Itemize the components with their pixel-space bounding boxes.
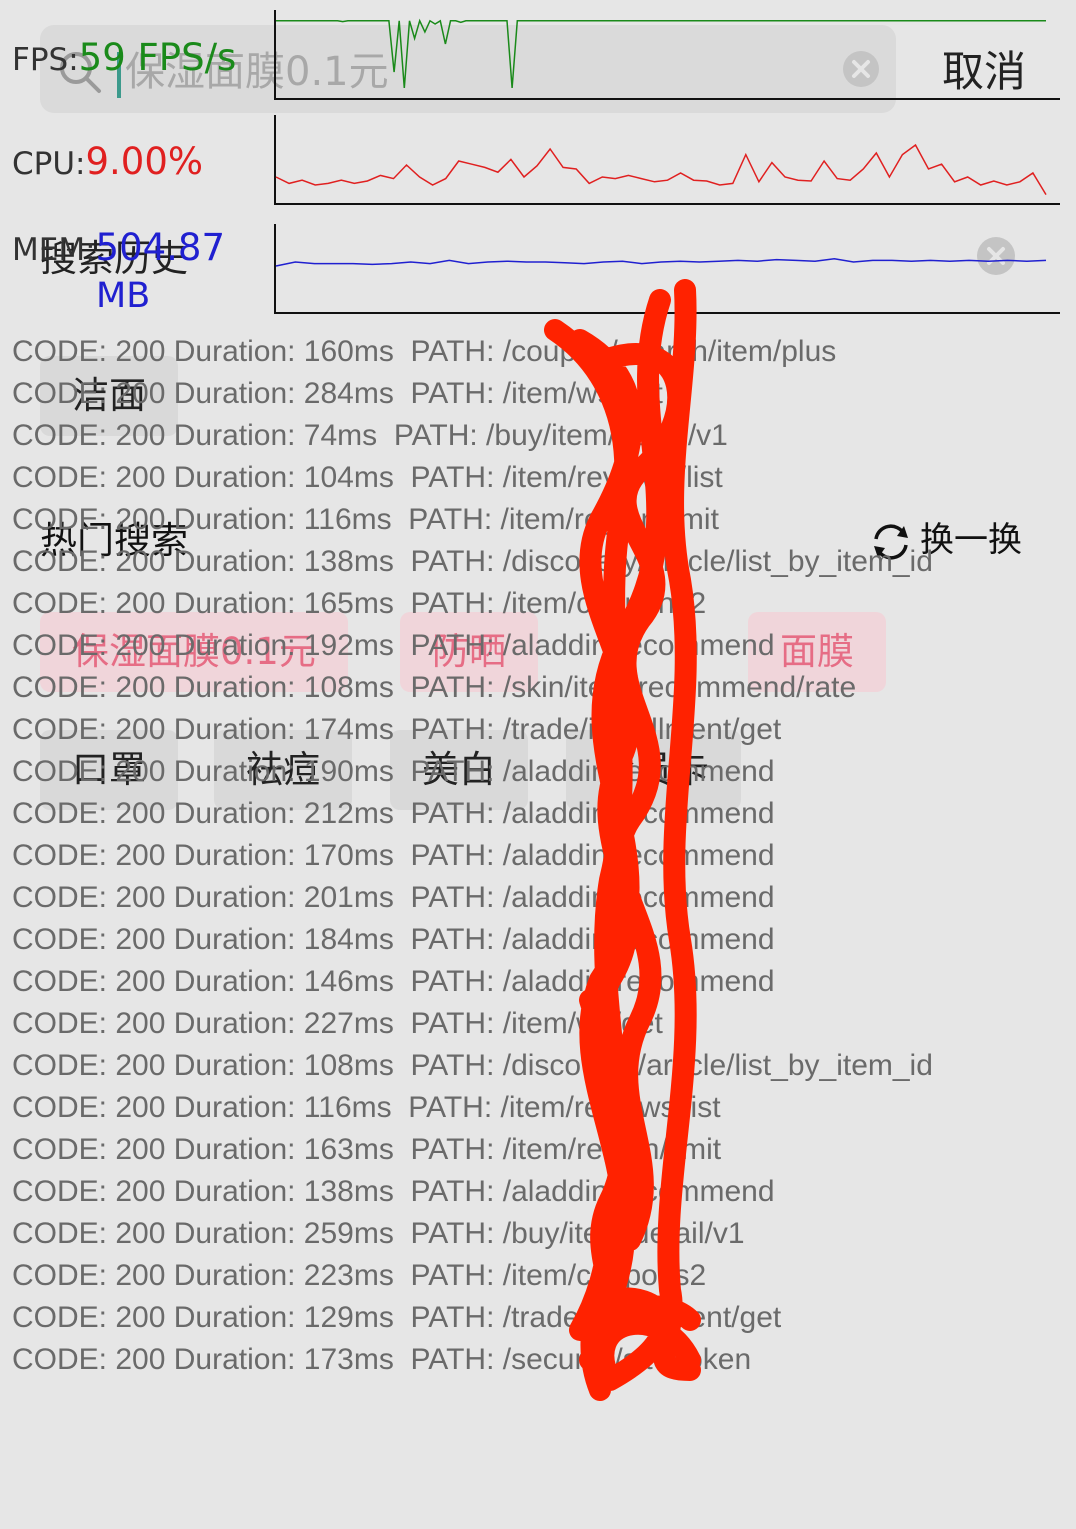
log-line: CODE: 200 Duration: 146ms PATH: /aladdin…: [12, 965, 775, 998]
log-line: CODE: 200 Duration: 223ms PATH: /item/co…: [12, 1259, 707, 1292]
mem-unit: MB: [96, 276, 151, 316]
log-line: CODE: 200 Duration: 108ms PATH: /discove…: [12, 1049, 933, 1082]
refresh-label: 换一换: [920, 520, 1022, 560]
graph-axis: [274, 224, 1060, 314]
fps-metric: FPS:59 FPS/s: [12, 38, 236, 80]
log-line: CODE: 200 Duration: 74ms PATH: /buy/item…: [12, 419, 728, 452]
graph-series-line: [276, 18, 1046, 89]
cpu-label: CPU:: [12, 146, 86, 182]
log-line: CODE: 200 Duration: 212ms PATH: /aladdin…: [12, 797, 775, 830]
log-line: CODE: 200 Duration: 116ms PATH: /item/re…: [12, 1091, 721, 1124]
log-line: CODE: 200 Duration: 227ms PATH: /item/ws…: [12, 1007, 663, 1040]
fps-graph: [274, 10, 1060, 100]
log-line: CODE: 200 Duration: 138ms PATH: /discove…: [12, 545, 933, 578]
graph-series-line: [275, 143, 1047, 195]
graph-axis: [274, 115, 1060, 205]
log-line: CODE: 200 Duration: 284ms PATH: /item/ws…: [12, 377, 663, 410]
log-line: CODE: 200 Duration: 192ms PATH: /aladdin…: [12, 629, 775, 662]
mem-value: 504.87: [95, 226, 225, 269]
cpu-value: 9.00%: [85, 140, 204, 183]
graph-series-line: [275, 258, 1047, 267]
log-line: CODE: 200 Duration: 201ms PATH: /aladdin…: [12, 881, 775, 914]
mem-label: MEM:: [12, 232, 96, 268]
log-line: CODE: 200 Duration: 163ms PATH: /item/re…: [12, 1133, 722, 1166]
log-line: CODE: 200 Duration: 174ms PATH: /trade/i…: [12, 713, 782, 746]
log-line: CODE: 200 Duration: 129ms PATH: /trade/i…: [12, 1301, 782, 1334]
log-line: CODE: 200 Duration: 173ms PATH: /securit…: [12, 1343, 752, 1376]
log-line: CODE: 200 Duration: 108ms PATH: /skin/it…: [12, 671, 857, 704]
log-line: CODE: 200 Duration: 190ms PATH: /aladdin…: [12, 755, 775, 788]
log-line: CODE: 200 Duration: 170ms PATH: /aladdin…: [12, 839, 775, 872]
mem-metric: MEM:504.87: [12, 228, 225, 270]
cpu-metric: CPU:9.00%: [12, 142, 203, 184]
log-line: CODE: 200 Duration: 184ms PATH: /aladdin…: [12, 923, 775, 956]
log-line: CODE: 200 Duration: 138ms PATH: /aladdin…: [12, 1175, 775, 1208]
cpu-graph: [274, 115, 1060, 205]
fps-value: 59 FPS/s: [78, 36, 237, 79]
log-line: CODE: 200 Duration: 104ms PATH: /item/re…: [12, 461, 723, 494]
network-log: CODE: 200 Duration: 160ms PATH: /coupon/…: [12, 331, 933, 1381]
fps-label: FPS:: [12, 42, 79, 78]
log-line: CODE: 200 Duration: 160ms PATH: /coupon/…: [12, 335, 837, 368]
log-line: CODE: 200 Duration: 165ms PATH: /item/co…: [12, 587, 707, 620]
log-line: CODE: 200 Duration: 116ms PATH: /item/re…: [12, 503, 719, 536]
mem-graph: [274, 224, 1060, 314]
log-line: CODE: 200 Duration: 259ms PATH: /buy/ite…: [12, 1217, 745, 1250]
